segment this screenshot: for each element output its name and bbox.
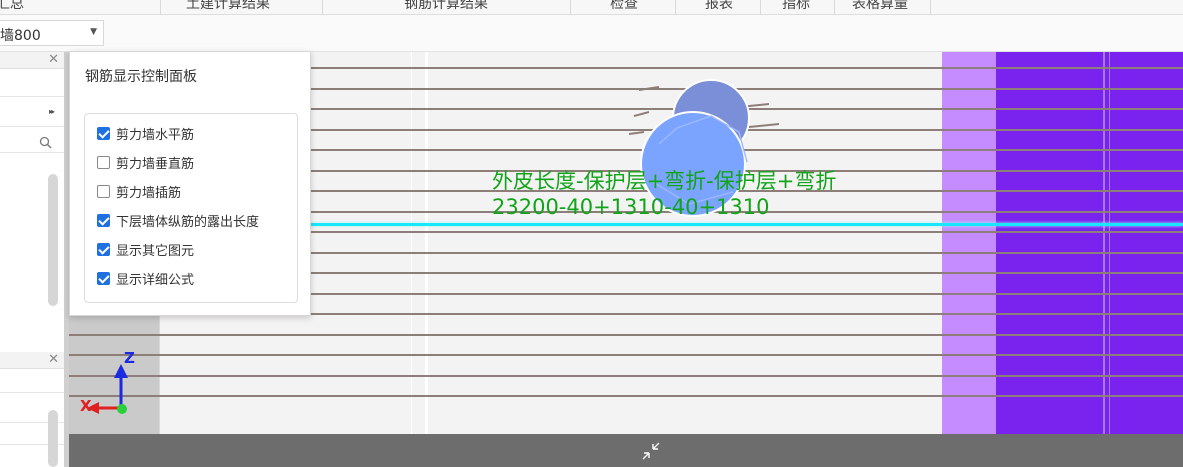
checkbox-checked[interactable] (97, 271, 110, 285)
wall-purple (996, 52, 1183, 467)
tab-separator (570, 0, 571, 14)
close-icon[interactable]: ✕ (48, 52, 59, 67)
tab-separator (930, 0, 931, 14)
option-label: 剪力墙水平筋 (116, 127, 195, 143)
checkbox-checked[interactable] (97, 126, 110, 140)
scrollbar-thumb[interactable] (48, 410, 58, 467)
left-dock-panel: ✕ ▸▸ ✕ (0, 52, 64, 467)
z-axis-label: Z (124, 349, 135, 367)
viewport-status-strip (69, 434, 1183, 467)
divider (0, 152, 64, 153)
horizontal-rebar[interactable] (69, 395, 1183, 397)
component-toolbar (0, 15, 1183, 52)
tab-table-quantity[interactable]: 表格算量 (852, 0, 908, 13)
option-wall-dowel-rebar[interactable]: 剪力墙插筋 (97, 181, 181, 201)
option-label: 剪力墙插筋 (116, 185, 182, 201)
panel-title: 钢筋显示控制面板 (85, 69, 197, 85)
tab-separator (675, 0, 676, 14)
shrink-view-icon[interactable] (641, 441, 661, 461)
formula-label-line1: 外皮长度-保护层+弯折-保护层+弯折 (492, 169, 837, 193)
chevron-down-icon[interactable]: ▼ (90, 27, 97, 37)
option-show-detailed-formula[interactable]: 显示详细公式 (97, 268, 194, 288)
option-label: 下层墙体纵筋的露出长度 (116, 214, 260, 230)
tab-reports[interactable]: 报表 (705, 0, 733, 13)
search-icon[interactable] (39, 136, 53, 150)
tab-civil-results[interactable]: 土建计算结果 (186, 0, 270, 13)
top-tab-bar: 汇总 土建计算结果 钢筋计算结果 检查 报表 指标 表格算量 (0, 0, 1183, 15)
tab-check[interactable]: 检查 (610, 0, 638, 13)
component-select-value: 墙800 (0, 28, 41, 44)
option-wall-vertical-rebar[interactable]: 剪力墙垂直筋 (97, 152, 194, 172)
horizontal-rebar[interactable] (69, 354, 1183, 356)
horizontal-rebar[interactable] (69, 374, 1183, 377)
wall-pale-purple (942, 52, 996, 467)
option-label: 剪力墙垂直筋 (116, 156, 195, 172)
expand-arrows-icon[interactable]: ▸▸ (49, 107, 55, 116)
divider (0, 392, 64, 393)
divider (0, 126, 64, 127)
tab-separator (760, 0, 761, 14)
rebar-display-control-panel: 钢筋显示控制面板 剪力墙水平筋 剪力墙垂直筋 剪力墙插筋 下层墙体纵筋的露出长度… (69, 51, 311, 316)
checkbox-unchecked[interactable] (97, 155, 110, 169)
option-label: 显示详细公式 (116, 272, 195, 288)
wall-edge-line (1109, 52, 1110, 467)
tab-separator (160, 0, 161, 14)
option-show-other-elements[interactable]: 显示其它图元 (97, 239, 194, 259)
options-group: 剪力墙水平筋 剪力墙垂直筋 剪力墙插筋 下层墙体纵筋的露出长度 显示其它图元 显… (84, 113, 298, 303)
scrollbar-thumb[interactable] (48, 174, 58, 306)
tab-rebar-results[interactable]: 钢筋计算结果 (404, 0, 488, 13)
tab-separator (322, 0, 323, 14)
option-wall-horizontal-rebar[interactable]: 剪力墙水平筋 (97, 123, 194, 143)
horizontal-rebar[interactable] (69, 333, 1183, 336)
checkbox-checked[interactable] (97, 242, 110, 256)
formula-label-line2: 23200-40+1310-40+1310 (492, 195, 770, 219)
left-panel-header-2: ✕ (0, 352, 64, 369)
close-icon[interactable]: ✕ (48, 352, 59, 367)
wall-edge-line (1103, 52, 1105, 467)
tab-indicators[interactable]: 指标 (782, 0, 810, 13)
left-panel-header: ✕ (0, 52, 64, 69)
checkbox-checked[interactable] (97, 213, 110, 227)
grid-line (425, 52, 428, 467)
grid-line (411, 52, 412, 467)
tab-separator (834, 0, 835, 14)
option-lower-wall-rebar-exposed-length[interactable]: 下层墙体纵筋的露出长度 (97, 210, 259, 230)
component-select[interactable]: 墙800 ▼ (0, 20, 104, 46)
option-label: 显示其它图元 (116, 243, 195, 259)
tab-summary[interactable]: 汇总 (0, 0, 24, 13)
divider (0, 96, 64, 97)
x-axis-label: X (80, 397, 92, 415)
checkbox-unchecked[interactable] (97, 184, 110, 198)
